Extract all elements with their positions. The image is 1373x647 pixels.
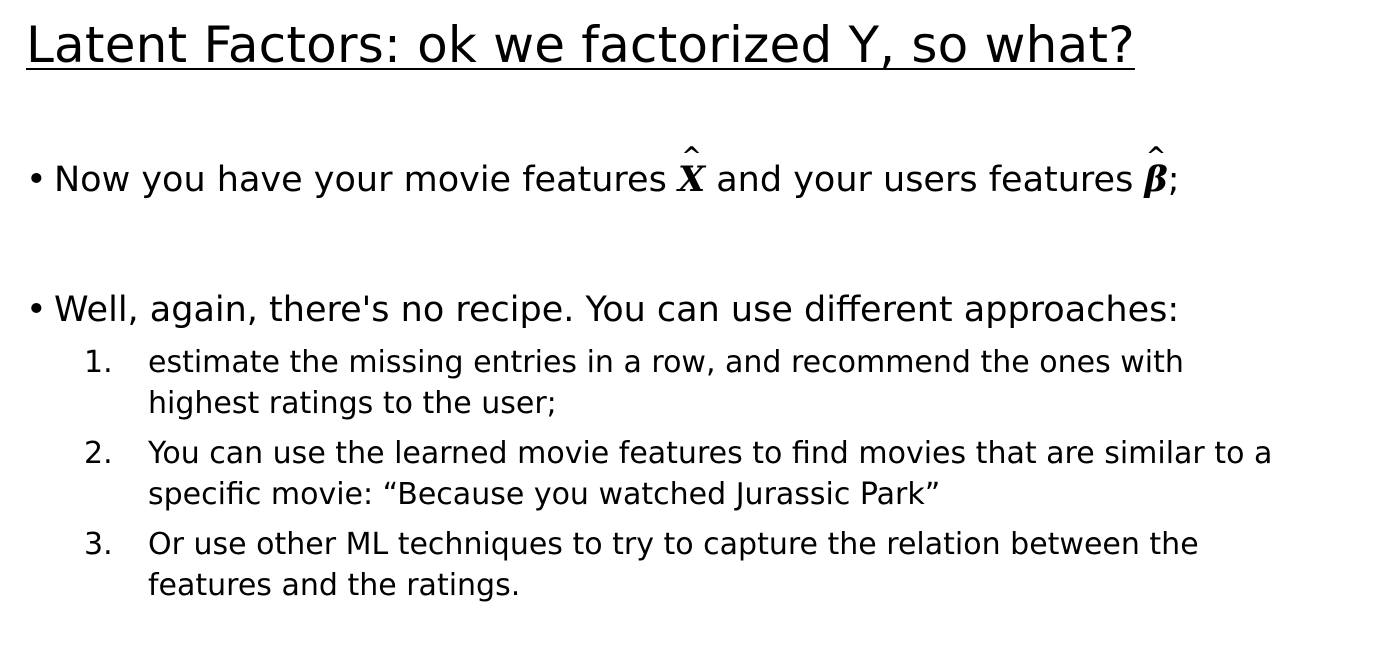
list-item: 1. estimate the missing entries in a row… xyxy=(84,342,1298,424)
slide: Latent Factors: ok we factorized Y, so w… xyxy=(0,0,1373,647)
bullet1-text-end: ; xyxy=(1167,160,1180,200)
approaches-list: 1. estimate the missing entries in a row… xyxy=(84,342,1298,615)
list-item-number: 2. xyxy=(84,436,113,471)
list-item-line: Or use other ML techniques to try to cap… xyxy=(148,527,1199,562)
x-hat-symbol: ^ X xyxy=(678,144,705,202)
bullet1-text-middle: and your users features xyxy=(705,160,1145,200)
list-item: 3. Or use other ML techniques to try to … xyxy=(84,524,1298,606)
list-item: 2. You can use the learned movie feature… xyxy=(84,433,1298,515)
hat-accent: ^ xyxy=(1146,141,1167,170)
list-item-number: 3. xyxy=(84,527,113,562)
bullet-no-recipe: • Well, again, there's no recipe. You can… xyxy=(26,288,1179,332)
bullet1-text-start: Now you have your movie features xyxy=(54,160,678,200)
list-item-line: features and the ratings. xyxy=(148,568,521,603)
list-item-line: You can use the learned movie features t… xyxy=(148,436,1273,471)
list-item-line: estimate the missing entries in a row, a… xyxy=(148,345,1184,380)
list-item-line: specific movie: “Because you watched Jur… xyxy=(148,477,941,512)
hat-accent: ^ xyxy=(681,141,702,170)
slide-title: Latent Factors: ok we factorized Y, so w… xyxy=(26,16,1135,74)
beta-hat-symbol: ^ β xyxy=(1144,144,1167,202)
list-item-number: 1. xyxy=(84,345,113,380)
bullet-dot: • xyxy=(26,290,47,330)
bullet-movie-user-features: • Now you have your movie features ^ X and… xyxy=(26,144,1180,202)
bullet2-text: Well, again, there's no recipe. You can … xyxy=(54,290,1180,330)
list-item-line: highest ratings to the user; xyxy=(148,386,557,421)
bullet-dot: • xyxy=(26,160,47,200)
